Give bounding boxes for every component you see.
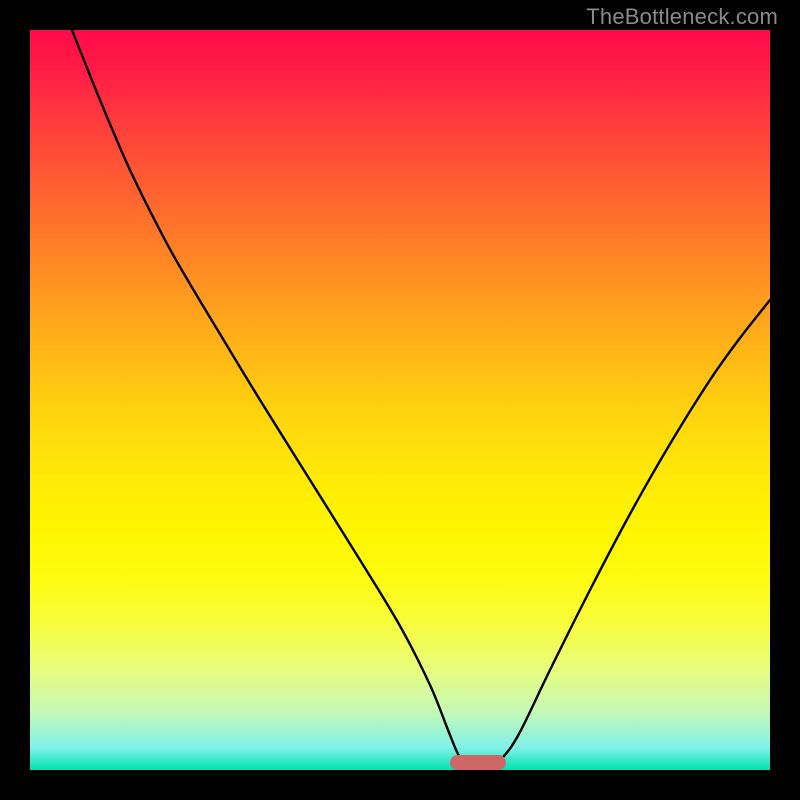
chart-frame: TheBottleneck.com bbox=[0, 0, 800, 800]
watermark-text: TheBottleneck.com bbox=[586, 4, 778, 30]
bottleneck-curve bbox=[30, 30, 770, 770]
plot-area bbox=[30, 30, 770, 770]
optimal-range-marker bbox=[450, 755, 506, 770]
